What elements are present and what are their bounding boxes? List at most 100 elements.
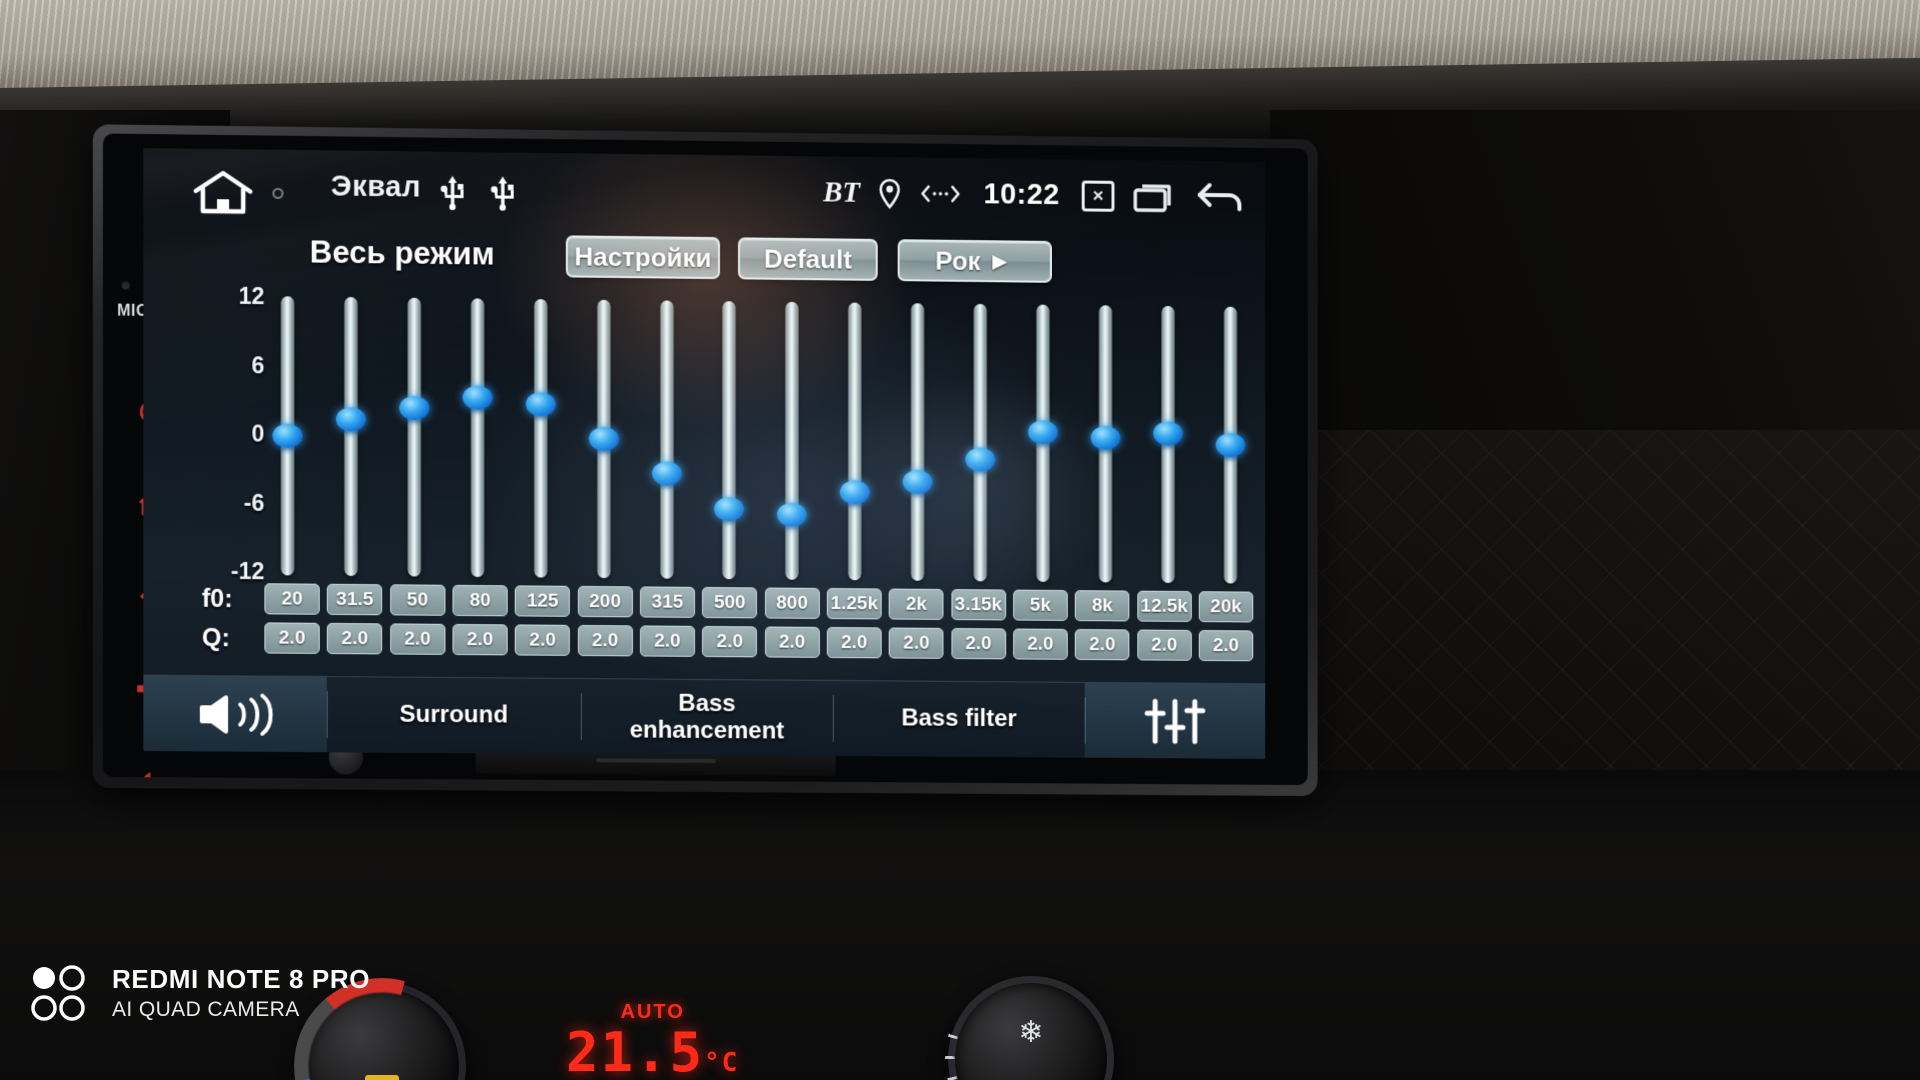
f0-cell[interactable]: 125 xyxy=(515,585,571,617)
band-slider-8k[interactable] xyxy=(1083,299,1129,588)
slider-knob[interactable] xyxy=(902,469,933,495)
tab-equalizer[interactable] xyxy=(143,675,327,753)
circle-indicator-icon xyxy=(272,187,284,199)
q-cell[interactable]: 2.0 xyxy=(826,626,882,659)
q-cell[interactable]: 2.0 xyxy=(327,622,383,655)
slider-knob[interactable] xyxy=(651,461,682,486)
db-tick-12: 12 xyxy=(238,282,265,310)
slider-track[interactable] xyxy=(911,303,925,581)
preset-select-button[interactable]: Рок ▶ xyxy=(897,239,1052,283)
settings-button[interactable]: Настройки xyxy=(565,235,720,280)
back-button[interactable] xyxy=(1196,179,1248,215)
band-slider-80[interactable] xyxy=(454,292,500,583)
f0-cell[interactable]: 315 xyxy=(639,586,695,618)
slider-track[interactable] xyxy=(407,297,421,577)
f0-cell[interactable]: 1.25k xyxy=(826,588,882,620)
slider-knob[interactable] xyxy=(1090,426,1121,451)
f0-cell[interactable]: 20 xyxy=(264,583,320,615)
slider-knob[interactable] xyxy=(1028,419,1058,444)
band-slider-50[interactable] xyxy=(391,291,437,582)
slider-knob[interactable] xyxy=(1153,421,1183,446)
usb-icon xyxy=(490,174,515,215)
band-slider-12.5k[interactable] xyxy=(1145,300,1191,589)
q-cell[interactable]: 2.0 xyxy=(389,623,446,655)
band-slider-20[interactable] xyxy=(264,290,310,582)
slider-track[interactable] xyxy=(785,301,799,580)
tab-bass-enhancement[interactable]: Bass enhancement xyxy=(581,679,834,756)
equalizer-header: Весь режим Настройки Default Рок ▶ xyxy=(143,230,1265,293)
slider-knob[interactable] xyxy=(840,480,871,505)
slider-knob[interactable] xyxy=(525,391,556,417)
slot-line xyxy=(595,758,716,764)
q-cell[interactable]: 2.0 xyxy=(452,623,508,656)
band-slider-125[interactable] xyxy=(517,293,563,584)
slider-track[interactable] xyxy=(973,303,987,582)
band-slider-20k[interactable] xyxy=(1208,301,1254,590)
default-button[interactable]: Default xyxy=(737,237,878,281)
slider-track[interactable] xyxy=(722,301,736,580)
q-cell[interactable]: 2.0 xyxy=(577,624,633,657)
q-cell[interactable]: 2.0 xyxy=(515,624,571,656)
f0-cell[interactable]: 8k xyxy=(1075,590,1130,622)
head-unit-bezel: MIC RST Э xyxy=(92,124,1318,797)
f0-cell[interactable]: 5k xyxy=(1013,589,1068,621)
band-slider-315[interactable] xyxy=(644,294,690,585)
camera-watermark: REDMI NOTE 8 PRO AI QUAD CAMERA xyxy=(30,964,370,1022)
f0-cell[interactable]: 50 xyxy=(389,584,446,616)
head-unit-screen[interactable]: Эквал BT 10:22 × Весь режим Настройки De… xyxy=(143,148,1266,759)
band-slider-500[interactable] xyxy=(706,295,752,585)
close-button[interactable]: × xyxy=(1081,180,1115,212)
slider-knob[interactable] xyxy=(588,426,619,452)
f0-cell[interactable]: 800 xyxy=(764,587,820,619)
band-slider-1.25k[interactable] xyxy=(832,296,878,586)
watermark-line1: REDMI NOTE 8 PRO xyxy=(112,964,371,994)
slider-knob[interactable] xyxy=(777,502,808,528)
slider-knob[interactable] xyxy=(335,407,366,432)
slider-knob[interactable] xyxy=(1215,433,1246,458)
band-slider-5k[interactable] xyxy=(1020,298,1066,588)
slider-track[interactable] xyxy=(660,300,674,579)
f0-cell[interactable]: 31.5 xyxy=(327,583,383,616)
q-cell[interactable]: 2.0 xyxy=(264,622,320,654)
band-slider-list xyxy=(264,290,1253,590)
bluetooth-status-label: BT xyxy=(823,175,861,209)
arrows-link-icon xyxy=(920,182,962,206)
band-slider-3.15k[interactable] xyxy=(958,298,1004,588)
q-cell[interactable]: 2.0 xyxy=(951,627,1006,660)
slider-track[interactable] xyxy=(533,299,547,578)
slider-track[interactable] xyxy=(848,302,862,581)
slider-track[interactable] xyxy=(470,298,484,578)
slider-knob[interactable] xyxy=(272,423,303,449)
slider-knob[interactable] xyxy=(462,385,493,410)
f0-row: f0: 20 31.5 50 80 125 200 315 500 800 1.25k 2k 3.15… xyxy=(143,582,1265,625)
band-slider-31.5[interactable] xyxy=(328,291,374,582)
q-cell[interactable]: 2.0 xyxy=(764,626,820,658)
band-slider-2k[interactable] xyxy=(895,297,941,587)
tab-advanced-sliders[interactable] xyxy=(1084,682,1266,759)
f0-cell[interactable]: 200 xyxy=(577,585,633,618)
q-cell[interactable]: 2.0 xyxy=(1075,628,1130,661)
f0-cell[interactable]: 3.15k xyxy=(951,589,1006,621)
tab-bass-filter[interactable]: Bass filter xyxy=(833,681,1085,758)
slider-knob[interactable] xyxy=(965,447,996,472)
q-cell[interactable]: 2.0 xyxy=(702,625,758,658)
slider-knob[interactable] xyxy=(714,496,745,521)
slider-knob[interactable] xyxy=(399,396,430,421)
slider-track[interactable] xyxy=(344,296,358,576)
band-slider-200[interactable] xyxy=(580,294,626,585)
f0-cell-list: 20 31.5 50 80 125 200 315 500 800 1.25k 2k 3.15k 5k 8… xyxy=(264,583,1254,623)
q-cell[interactable]: 2.0 xyxy=(888,627,944,659)
q-cell[interactable]: 2.0 xyxy=(1198,630,1254,662)
q-cell[interactable]: 2.0 xyxy=(639,625,695,657)
f0-cell[interactable]: 80 xyxy=(452,584,508,617)
home-icon[interactable] xyxy=(192,169,255,216)
recents-button[interactable] xyxy=(1132,179,1178,213)
tab-surround[interactable]: Surround xyxy=(327,677,581,754)
f0-cell[interactable]: 20k xyxy=(1198,591,1254,623)
f0-cell[interactable]: 2k xyxy=(888,588,944,620)
q-cell[interactable]: 2.0 xyxy=(1136,629,1192,661)
f0-cell[interactable]: 12.5k xyxy=(1136,590,1192,622)
q-cell[interactable]: 2.0 xyxy=(1013,628,1068,660)
band-slider-800[interactable] xyxy=(769,296,815,586)
f0-cell[interactable]: 500 xyxy=(702,586,758,619)
